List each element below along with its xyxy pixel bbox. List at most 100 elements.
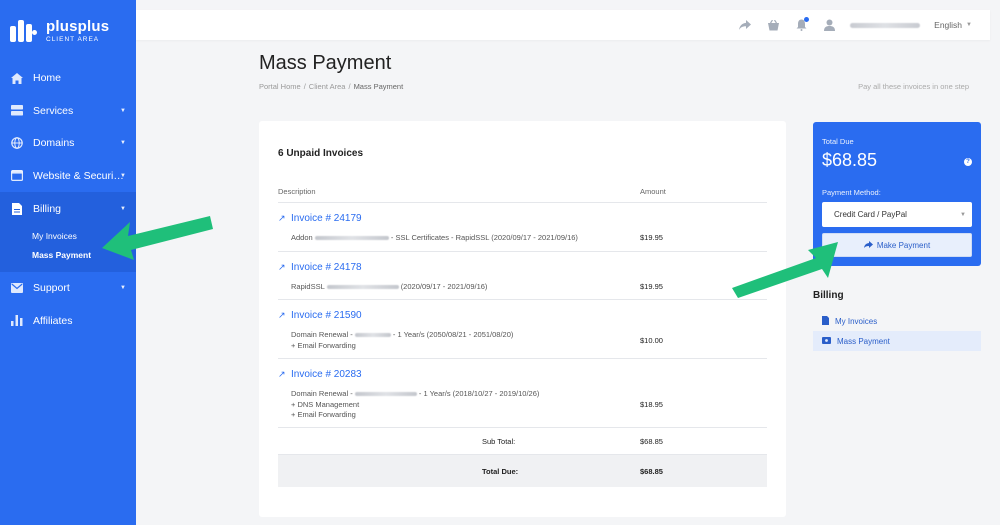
- username-redacted[interactable]: [850, 22, 921, 28]
- select-caret-icon: ▼: [960, 211, 966, 218]
- sidebar-item-label: Website & Securi…: [33, 169, 124, 182]
- sidebar-item-label: Support: [33, 282, 70, 295]
- bell-icon[interactable]: [794, 17, 810, 32]
- language-label: English: [934, 20, 963, 30]
- invoice-amount: $18.95: [640, 400, 663, 409]
- breadcrumb: Portal Home / Client Area / Mass Payment: [259, 82, 403, 91]
- sidebar-item-website-security[interactable]: Website & Securi… ▼: [0, 160, 136, 193]
- subtotal-value: $68.85: [640, 436, 663, 446]
- breadcrumb-portal-home[interactable]: Portal Home: [259, 82, 301, 91]
- column-header-amount: Amount: [640, 187, 666, 196]
- sidebar-item-home[interactable]: Home: [0, 62, 136, 95]
- description-text: Addon: [291, 233, 313, 242]
- breadcrumb-separator: /: [303, 82, 306, 91]
- caret-down-icon: ▼: [120, 172, 126, 179]
- total-due-row: Total Due: $68.85: [278, 455, 767, 487]
- home-icon: [11, 72, 23, 84]
- subtotal-row: Sub Total: $68.85: [278, 428, 767, 455]
- redacted-text: [326, 285, 399, 290]
- description-text: + Email Forwarding: [291, 410, 356, 419]
- invoice-link[interactable]: ↗ Invoice # 24178: [278, 262, 362, 273]
- annotation-arrow-left: [102, 216, 213, 260]
- page-tagline: Pay all these invoices in one step: [858, 82, 969, 91]
- make-payment-button[interactable]: Make Payment: [822, 233, 972, 257]
- side-menu-mass-payment[interactable]: Mass Payment: [813, 331, 981, 351]
- brand-name: plusplus: [46, 17, 110, 35]
- invoice-number: Invoice # 24178: [291, 262, 362, 273]
- annotation-arrow-right: [732, 242, 838, 298]
- invoice-link[interactable]: ↗ Invoice # 24179: [278, 213, 362, 224]
- envelope-icon: [11, 282, 23, 294]
- breadcrumb-current: Mass Payment: [353, 82, 404, 91]
- sidebar-item-label: Affiliates: [33, 314, 73, 327]
- caret-down-icon: ▼: [120, 107, 126, 114]
- sidebar-item-services[interactable]: Services ▼: [0, 95, 136, 128]
- notification-badge: [804, 17, 810, 22]
- payment-method-label: Payment Method:: [822, 188, 881, 197]
- help-icon[interactable]: ?: [964, 158, 972, 166]
- description-text: - 1 Year/s (2018/10/27 - 2019/10/26): [418, 389, 540, 398]
- server-icon: [11, 105, 23, 117]
- breadcrumb-client-area[interactable]: Client Area: [309, 82, 346, 91]
- payment-method-value: Credit Card / PayPal: [834, 210, 907, 219]
- invoice-number: Invoice # 24179: [291, 213, 362, 224]
- subtotal-label: Sub Total:: [482, 436, 516, 446]
- description-text: - SSL Certificates - RapidSSL (2020/09/1…: [390, 233, 578, 242]
- sidebar-item-affiliates[interactable]: Affiliates: [0, 305, 136, 338]
- share-icon[interactable]: [738, 18, 752, 32]
- redacted-text: [354, 392, 417, 397]
- invoice-description: Addon - SSL Certificates - RapidSSL (202…: [278, 233, 578, 244]
- language-selector[interactable]: English ▼: [934, 20, 972, 30]
- description-text: - 1 Year/s (2050/08/21 - 2051/08/20): [392, 330, 514, 339]
- topbar: English ▼: [136, 10, 990, 40]
- caret-down-icon: ▼: [966, 22, 972, 28]
- description-text: RapidSSL: [291, 282, 325, 291]
- sidebar-item-label: Services: [33, 104, 74, 117]
- total-due-amount: $68.85: [822, 150, 878, 170]
- user-icon[interactable]: [822, 18, 836, 32]
- total-due-label: Total Due: [822, 137, 854, 146]
- table-row: ↗ Invoice # 24179 Addon - SSL Certificat…: [278, 203, 767, 252]
- invoices-card: 6 Unpaid Invoices Description Amount ↗ I…: [259, 121, 786, 517]
- side-menu-label: My Invoices: [835, 316, 878, 326]
- invoice-amount: $10.00: [640, 336, 663, 345]
- invoice-amount: $19.95: [640, 282, 663, 291]
- card-title: 6 Unpaid Invoices: [278, 148, 364, 159]
- external-link-icon: ↗: [278, 310, 286, 320]
- description-text: Domain Renewal -: [291, 389, 353, 398]
- side-menu-label: Mass Payment: [837, 336, 890, 346]
- invoice-link[interactable]: ↗ Invoice # 20283: [278, 369, 362, 380]
- invoice-number: Invoice # 21590: [291, 310, 362, 321]
- invoice-number: Invoice # 20283: [291, 369, 362, 380]
- card-icon: [822, 336, 831, 346]
- invoice-link[interactable]: ↗ Invoice # 21590: [278, 310, 362, 321]
- sidebar-item-label: Domains: [33, 137, 75, 150]
- invoice-description: Domain Renewal - - 1 Year/s (2050/08/21 …: [278, 330, 513, 351]
- redacted-text: [354, 333, 391, 338]
- sidebar-item-support[interactable]: Support ▼: [0, 272, 136, 305]
- sidebar-item-domains[interactable]: Domains ▼: [0, 127, 136, 160]
- table-row: ↗ Invoice # 20283 Domain Renewal - - 1 Y…: [278, 359, 767, 428]
- table-row: ↗ Invoice # 24178 RapidSSL (2020/09/17 -…: [278, 252, 767, 300]
- document-icon: [11, 203, 23, 215]
- caret-down-icon: ▼: [120, 140, 126, 147]
- caret-down-icon: ▼: [120, 285, 126, 292]
- description-text: (2020/09/17 - 2021/09/16): [400, 282, 488, 291]
- table-row: ↗ Invoice # 21590 Domain Renewal - - 1 Y…: [278, 300, 767, 359]
- breadcrumb-separator: /: [348, 82, 351, 91]
- globe-icon: [11, 137, 23, 150]
- invoice-description: Domain Renewal - - 1 Year/s (2018/10/27 …: [278, 389, 539, 421]
- logo-icon: [10, 20, 38, 42]
- sidebar: plusplus CLIENT AREA Home Services ▼ Dom…: [0, 0, 136, 525]
- basket-icon[interactable]: [766, 18, 780, 32]
- payment-method-select[interactable]: Credit Card / PayPal ▼: [822, 202, 972, 227]
- description-text: + DNS Management: [291, 399, 360, 409]
- invoice-amount: $19.95: [640, 233, 663, 242]
- brand-logo[interactable]: plusplus CLIENT AREA: [0, 0, 136, 62]
- description-text: + Email Forwarding: [291, 340, 356, 350]
- forward-arrow-icon: [863, 240, 873, 250]
- sidebar-item-label: Billing: [33, 203, 62, 215]
- table-header: Description Amount: [278, 181, 767, 203]
- side-menu-my-invoices[interactable]: My Invoices: [813, 311, 981, 331]
- redacted-text: [314, 236, 389, 241]
